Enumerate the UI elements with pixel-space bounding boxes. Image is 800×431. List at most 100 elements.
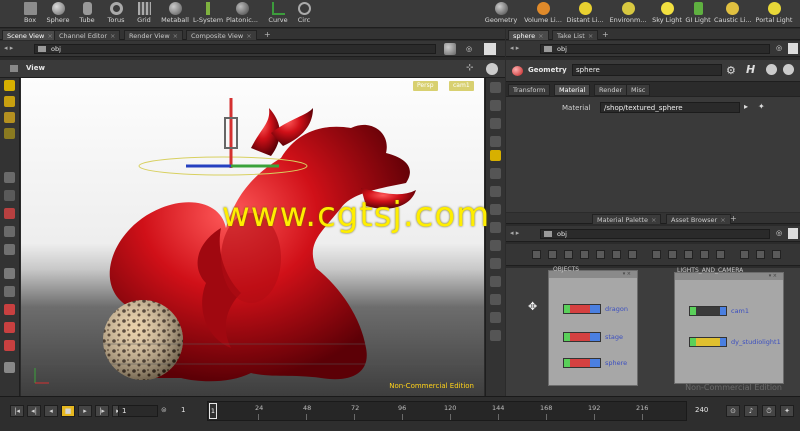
grid-mode-icon[interactable] [564, 250, 573, 259]
tree-mode-icon[interactable] [548, 250, 557, 259]
render-region-icon[interactable] [4, 286, 15, 297]
points-icon[interactable] [490, 258, 501, 269]
home-icon[interactable] [652, 250, 661, 259]
close-icon[interactable]: × [651, 216, 656, 224]
grid-display-icon[interactable] [490, 276, 501, 287]
shelf-lsystem-tool[interactable]: L-System [193, 2, 223, 26]
step-forward-button[interactable]: |▸ [95, 405, 109, 417]
lights-and-camera-network-box[interactable]: LIGHTS_AND_CAMERA ▾ × cam1 dy_studioligh… [674, 267, 784, 384]
timeline-ruler[interactable]: 1 24 48 72 96 120 144 168 192 216 [207, 401, 687, 421]
shelf-environment-light-tool[interactable]: Environm... [608, 2, 648, 26]
info-icon[interactable] [783, 64, 794, 75]
texture-icon[interactable] [490, 204, 501, 215]
uv-icon[interactable] [490, 330, 501, 341]
camera-node-chip[interactable] [689, 306, 727, 316]
add-tab-icon[interactable]: + [264, 30, 271, 40]
list-mode-icon[interactable] [532, 250, 541, 259]
light-icon[interactable] [490, 186, 501, 197]
light-node-chip[interactable] [689, 337, 727, 347]
close-icon[interactable]: × [588, 32, 593, 40]
bounding-box-icon[interactable] [490, 294, 501, 305]
material-jump-icon[interactable]: ✦ [758, 102, 765, 111]
shelf-tube-tool[interactable]: Tube [76, 2, 98, 26]
tab-scene-view[interactable]: Scene View × [2, 30, 58, 40]
back-forward-icon[interactable]: ◂ ▸ [510, 229, 519, 237]
realtime-button[interactable]: ⏱ [762, 405, 776, 417]
shelf-box-tool[interactable]: Box [18, 2, 42, 26]
objects-network-box[interactable]: OBJECTS ▾ × dragon stage sphere [548, 266, 638, 386]
end-frame-field[interactable]: 240 [692, 405, 718, 417]
step-back-button[interactable]: ◂| [27, 405, 41, 417]
network-path-field[interactable]: obj [540, 229, 770, 239]
shelf-metaball-tool[interactable]: Metaball [160, 2, 190, 26]
pane-maximize-icon[interactable] [788, 43, 798, 54]
network-editor[interactable]: ✥ OBJECTS ▾ × dragon stage sphere LIGHTS… [506, 266, 800, 396]
params-path-field[interactable]: obj [540, 44, 770, 54]
geometry-node-chip[interactable] [563, 332, 601, 342]
scene-viewport[interactable]: Persp cam1 Non-Commercial Edition [21, 78, 484, 396]
close-icon[interactable]: × [110, 32, 115, 40]
help-icon[interactable] [486, 63, 498, 75]
display-options-icon[interactable] [444, 43, 456, 55]
tab-composite-view[interactable]: Composite View × [186, 30, 257, 40]
snap-grid-icon[interactable] [596, 250, 605, 259]
lock-camera-icon[interactable] [490, 150, 501, 161]
normals-icon[interactable] [490, 240, 501, 251]
start-frame-field[interactable]: 1 [178, 405, 204, 417]
audio-button[interactable]: ♪ [744, 405, 758, 417]
time-cursor[interactable]: 1 [209, 403, 217, 419]
channel-icon[interactable] [4, 340, 15, 351]
wireframe-icon[interactable] [490, 118, 501, 129]
pin-icon[interactable]: ◎ [776, 44, 782, 52]
tab-misc[interactable]: Misc [626, 84, 651, 96]
shelf-circle-tool[interactable]: Circ [294, 2, 314, 26]
tab-asset-browser[interactable]: Asset Browser × [666, 214, 731, 224]
textured-sphere-model[interactable] [103, 300, 183, 380]
tab-render-view[interactable]: Render View × [124, 30, 184, 40]
back-forward-icon[interactable]: ◂ ▸ [4, 44, 13, 52]
shelf-sky-light-tool[interactable]: Sky Light [652, 2, 682, 26]
find-node-icon[interactable] [772, 250, 781, 259]
add-tab-icon[interactable]: + [602, 30, 609, 40]
network-box-icon[interactable] [684, 250, 693, 259]
transform-tool-icon[interactable] [4, 96, 15, 107]
cook-icon[interactable] [4, 268, 15, 279]
shelf-volume-light-tool[interactable]: Volume Li... [524, 2, 562, 26]
zoom-in-icon[interactable] [740, 250, 749, 259]
houdini-help-icon[interactable]: H [746, 63, 755, 76]
jump-start-button[interactable]: |◂ [10, 405, 24, 417]
tab-sphere[interactable]: sphere × [508, 30, 549, 40]
shaded-icon[interactable] [490, 136, 501, 147]
shelf-gi-light-tool[interactable]: GI Light [684, 2, 712, 26]
template-icon[interactable] [490, 312, 501, 323]
tab-transform[interactable]: Transform [508, 84, 551, 96]
tab-render[interactable]: Render [594, 84, 628, 96]
keyframe-icon[interactable] [4, 322, 15, 333]
play-button[interactable]: ▸ [78, 405, 92, 417]
zoom-out-icon[interactable] [756, 250, 765, 259]
shelf-torus-tool[interactable]: Torus [104, 2, 128, 26]
node-name-field[interactable]: sphere [572, 64, 722, 76]
shadow-icon[interactable] [490, 222, 501, 233]
pane-maximize-icon[interactable] [788, 228, 798, 239]
help-icon[interactable] [766, 64, 777, 75]
shelf-sphere-tool[interactable]: Sphere [45, 2, 71, 26]
shelf-distant-light-tool[interactable]: Distant Li... [566, 2, 604, 26]
sticky-note-icon[interactable] [668, 250, 677, 259]
close-icon[interactable]: × [246, 32, 251, 40]
stop-button[interactable]: ■ [61, 405, 75, 417]
gear-icon[interactable]: ⚙ [726, 64, 736, 77]
zoom-fit-icon[interactable] [612, 250, 621, 259]
shelf-caustic-light-tool[interactable]: Caustic Li... [714, 2, 752, 26]
rotate-tool-icon[interactable] [4, 112, 15, 123]
close-icon[interactable]: × [538, 32, 543, 40]
close-icon[interactable]: × [720, 216, 725, 224]
shelf-grid-tool[interactable]: Grid [134, 2, 154, 26]
play-reverse-button[interactable]: ◂ [44, 405, 58, 417]
tab-take-list[interactable]: Take List × [552, 30, 599, 40]
close-icon[interactable]: × [47, 32, 52, 40]
geometry-node-chip[interactable] [563, 304, 601, 314]
network-box-close-icon[interactable]: ▾ × [769, 273, 777, 279]
tab-material[interactable]: Material [554, 84, 591, 96]
snap-icon[interactable] [4, 208, 15, 219]
